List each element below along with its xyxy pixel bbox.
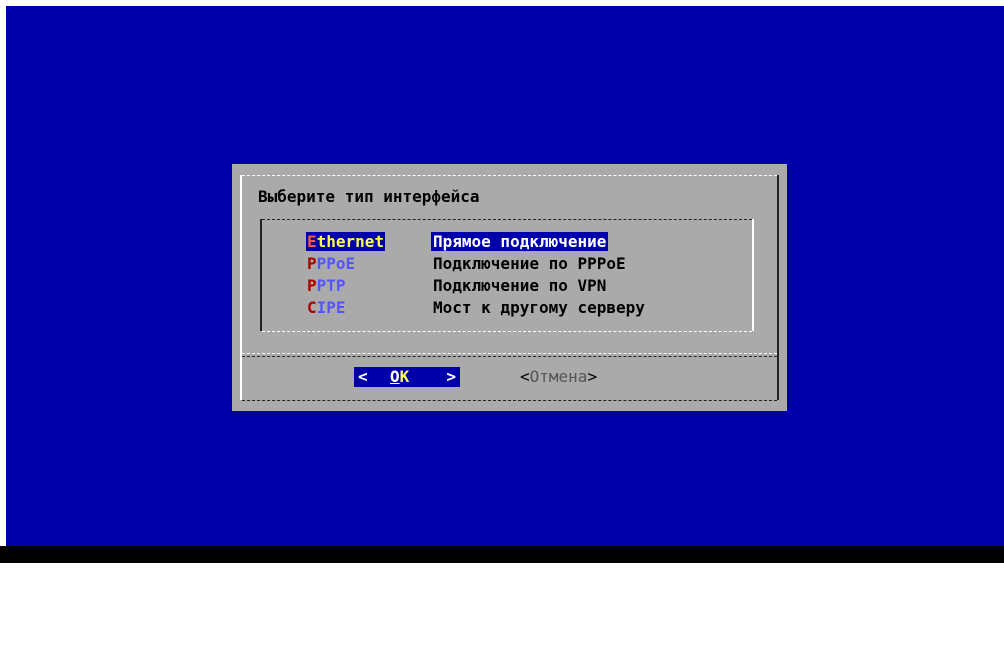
- menu-item-tag: PPPoE: [307, 254, 356, 273]
- menu-item-pppoe[interactable]: PPPoE Подключение по PPPoE: [306, 254, 626, 273]
- cancel-button-label: Отмена: [529, 367, 588, 386]
- menu-item-description: Мост к другому серверу: [433, 298, 645, 317]
- ok-button-left-bracket: <: [358, 367, 368, 386]
- interface-type-dialog: Выберите тип интерфейса Ethernet Прямое …: [232, 164, 787, 411]
- menu-border-right: [752, 219, 754, 331]
- menu-item-tag: PPTP: [307, 276, 346, 295]
- dialog-border-top: [242, 175, 777, 176]
- menu-item-description: Подключение по PPPoE: [433, 254, 626, 273]
- menu-item-tag: CIPE: [307, 298, 346, 317]
- menu-border-left: [260, 219, 262, 331]
- dialog-border-left: [240, 175, 242, 400]
- ok-button-right-bracket: >: [446, 367, 456, 386]
- menu-item-description: Подключение по VPN: [433, 276, 607, 295]
- cancel-button[interactable]: <Отмена>: [520, 367, 597, 387]
- bottom-bar: [0, 546, 1004, 563]
- ok-button-label: ОК: [390, 367, 410, 386]
- ok-button[interactable]: < ОК >: [354, 367, 460, 387]
- menu-item-ethernet[interactable]: Ethernet Прямое подключение: [306, 232, 609, 251]
- menu-item-pptp[interactable]: PPTP Подключение по VPN: [306, 276, 606, 295]
- menu-item-description: Прямое подключение: [431, 232, 609, 251]
- menu-item-cipe[interactable]: CIPE Мост к другому серверу: [306, 298, 645, 317]
- dialog-border-bottom: [242, 400, 777, 401]
- dialog-border-right: [777, 175, 779, 400]
- dialog-title: Выберите тип интерфейса: [258, 187, 480, 206]
- menu-item-tag: Ethernet: [306, 232, 386, 251]
- menu-border-top: [262, 219, 752, 220]
